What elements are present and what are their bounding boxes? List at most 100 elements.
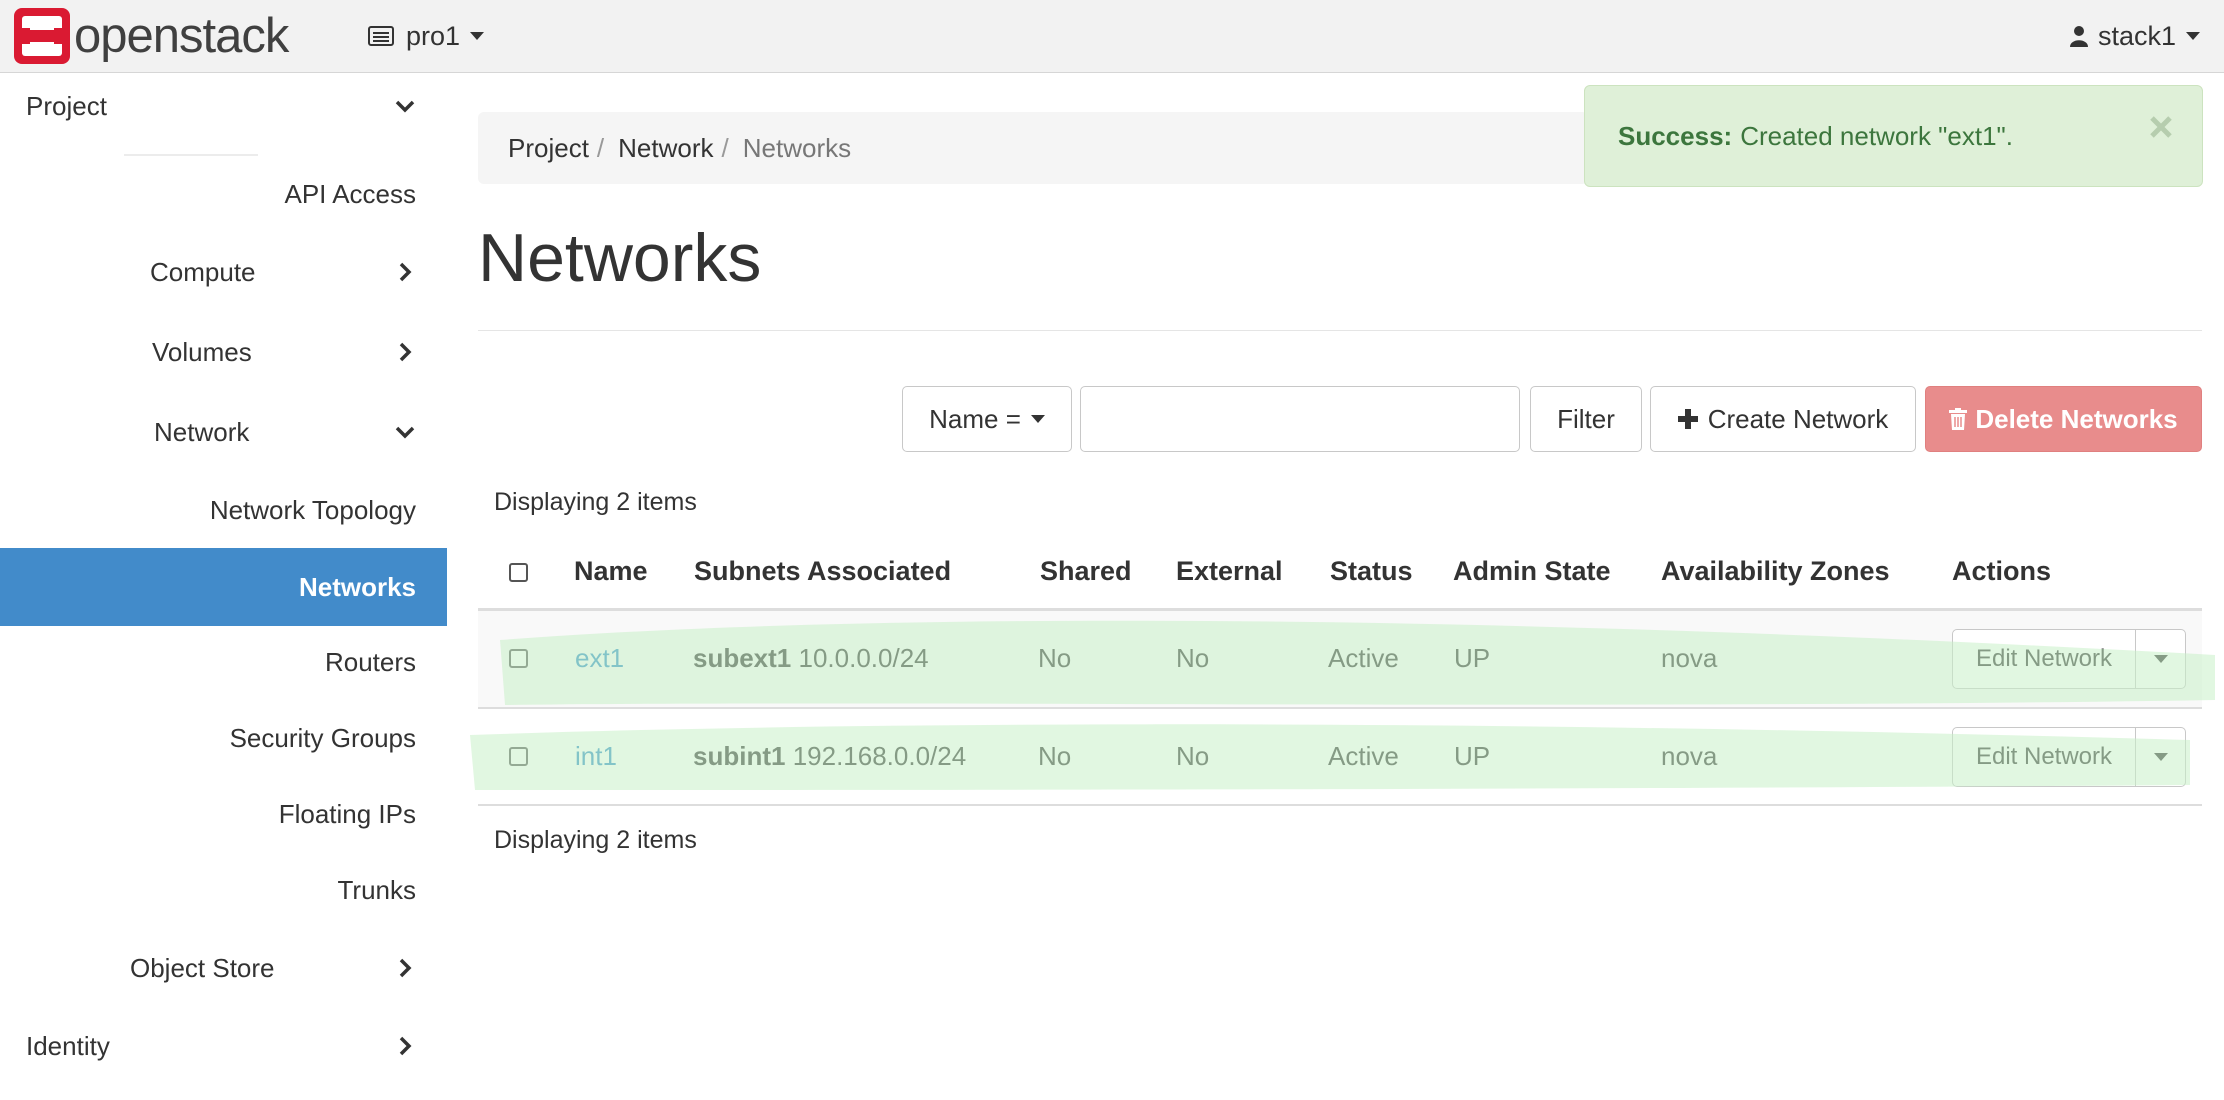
actions-dropdown-toggle[interactable]	[2136, 630, 2185, 688]
delete-networks-button[interactable]: Delete Networks	[1925, 386, 2202, 452]
sidebar-item-label: Routers	[324, 646, 416, 677]
title-divider	[478, 330, 2202, 331]
create-network-button[interactable]: Create Network	[1650, 386, 1916, 452]
sidebar-item-label: Volumes	[152, 336, 252, 367]
subnet-cidr: 192.168.0.0/24	[792, 741, 967, 771]
filter-input[interactable]	[1080, 386, 1520, 452]
shared-cell: No	[1038, 741, 1072, 771]
sidebar-item-label: Compute	[150, 256, 256, 287]
table-row: int1 subint1 192.168.0.0/24 No No Active…	[478, 709, 2202, 805]
external-cell: No	[1176, 643, 1210, 673]
sidebar-item-label: Project	[26, 90, 107, 121]
filter-button[interactable]: Filter	[1530, 386, 1642, 452]
sidebar-item-label: Trunks	[337, 874, 417, 905]
caret-down-icon	[470, 32, 485, 40]
chevron-down-icon	[395, 100, 415, 113]
chevron-right-icon	[399, 958, 412, 978]
external-cell: No	[1176, 741, 1210, 771]
trash-icon	[1949, 408, 1968, 430]
sidebar-item-network[interactable]: Network	[0, 400, 447, 464]
item-count: Displaying 2 items	[494, 488, 697, 516]
page-title: Networks	[478, 220, 762, 296]
sidebar-item-identity[interactable]: Identity	[0, 1014, 447, 1078]
column-header-actions: Actions	[1952, 556, 2052, 586]
close-icon[interactable]	[2146, 112, 2176, 142]
actions-dropdown-toggle[interactable]	[2136, 728, 2185, 786]
select-all-checkbox[interactable]	[509, 563, 528, 582]
column-header-external[interactable]: External	[1176, 556, 1283, 587]
column-header-subnets[interactable]: Subnets Associated	[694, 556, 951, 587]
sidebar-item-api-access[interactable]: API Access	[0, 162, 417, 226]
column-header-status[interactable]: Status	[1330, 556, 1413, 587]
caret-down-icon	[2186, 32, 2200, 40]
user-name: stack1	[2097, 20, 2176, 51]
sidebar-item-networks[interactable]: Networks	[0, 548, 447, 626]
column-header-name[interactable]: Name	[574, 556, 648, 587]
sidebar-item-label: Networks	[298, 571, 416, 602]
breadcrumb-project[interactable]: Project	[508, 133, 589, 164]
column-header-admin-state[interactable]: Admin State	[1453, 556, 1611, 587]
delete-networks-label: Delete Networks	[1975, 403, 2178, 434]
project-picker[interactable]: pro1	[368, 16, 485, 56]
item-count-footer: Displaying 2 items	[494, 826, 697, 854]
sidebar-item-trunks[interactable]: Trunks	[0, 858, 417, 922]
alert-title: Success:	[1618, 120, 1733, 151]
filter-field-label: Name =	[929, 403, 1021, 434]
sidebar-item-compute[interactable]: Compute	[0, 240, 447, 304]
caret-down-icon	[2153, 753, 2168, 761]
plus-icon	[1677, 409, 1698, 429]
table-row: ext1 subext1 10.0.0.0/24 No No Active UP…	[478, 611, 2202, 707]
sidebar-item-label: Security Groups	[229, 722, 416, 753]
sidebar-item-routers[interactable]: Routers	[0, 630, 416, 694]
breadcrumb-separator: /	[596, 132, 605, 163]
subnet-cidr: 10.0.0.0/24	[798, 643, 929, 673]
sidebar-item-label: Network	[154, 416, 250, 447]
chevron-right-icon	[399, 342, 412, 362]
row-checkbox[interactable]	[509, 649, 528, 668]
subnet-name: subext1	[693, 643, 792, 673]
zone-cell: nova	[1661, 741, 1718, 771]
top-navbar: openstack pro1 stack1	[0, 0, 2224, 73]
subnets-cell: subint1 192.168.0.0/24	[693, 741, 966, 772]
network-name-link[interactable]: int1	[575, 741, 617, 772]
row-checkbox[interactable]	[509, 747, 528, 766]
sidebar-item-object-store[interactable]: Object Store	[0, 936, 447, 1000]
success-alert: Success: Created network "ext1".	[1584, 85, 2203, 187]
row-divider	[478, 804, 2202, 806]
column-header-availability-zones[interactable]: Availability Zones	[1661, 556, 1890, 587]
chevron-right-icon	[399, 1036, 412, 1056]
row-actions: Edit Network	[1952, 727, 2186, 787]
sidebar-item-floating-ips[interactable]: Floating IPs	[0, 782, 416, 846]
breadcrumb-separator: /	[721, 132, 729, 163]
sidebar-item-security-groups[interactable]: Security Groups	[0, 706, 416, 770]
project-name: pro1	[406, 20, 461, 51]
sidebar-item-volumes[interactable]: Volumes	[0, 320, 447, 384]
project-list-icon	[368, 26, 394, 46]
brand-name: openstack	[74, 9, 289, 63]
openstack-logo-icon	[14, 8, 70, 64]
chevron-right-icon	[399, 262, 412, 282]
alert-message: Created network "ext1".	[1740, 120, 2013, 151]
edit-network-button[interactable]: Edit Network	[1953, 630, 2136, 688]
subnet-name: subint1	[693, 741, 786, 771]
caret-down-icon	[1030, 415, 1045, 423]
create-network-label: Create Network	[1707, 403, 1889, 434]
breadcrumb-network[interactable]: Network	[618, 133, 713, 164]
chevron-down-icon	[395, 426, 415, 439]
breadcrumb-networks: Networks	[742, 132, 852, 163]
user-menu[interactable]: stack1	[2069, 16, 2200, 56]
sidebar-item-label: API Access	[284, 178, 417, 209]
column-header-shared[interactable]: Shared	[1040, 556, 1132, 587]
zone-cell: nova	[1661, 643, 1718, 673]
shared-cell: No	[1038, 643, 1072, 673]
edit-network-button[interactable]: Edit Network	[1953, 728, 2136, 786]
filter-field-dropdown[interactable]: Name =	[902, 386, 1072, 452]
sidebar-item-project[interactable]: Project	[0, 74, 447, 138]
sidebar-item-label: Network Topology	[209, 494, 416, 525]
filter-button-label: Filter	[1557, 403, 1615, 434]
openstack-logo[interactable]: openstack	[14, 8, 289, 64]
sidebar-item-label: Identity	[26, 1030, 110, 1061]
sidebar-item-network-topology[interactable]: Network Topology	[0, 478, 416, 542]
network-name-link[interactable]: ext1	[575, 643, 624, 674]
sidebar: Project API Access Compute Volumes Netwo…	[0, 74, 447, 1100]
